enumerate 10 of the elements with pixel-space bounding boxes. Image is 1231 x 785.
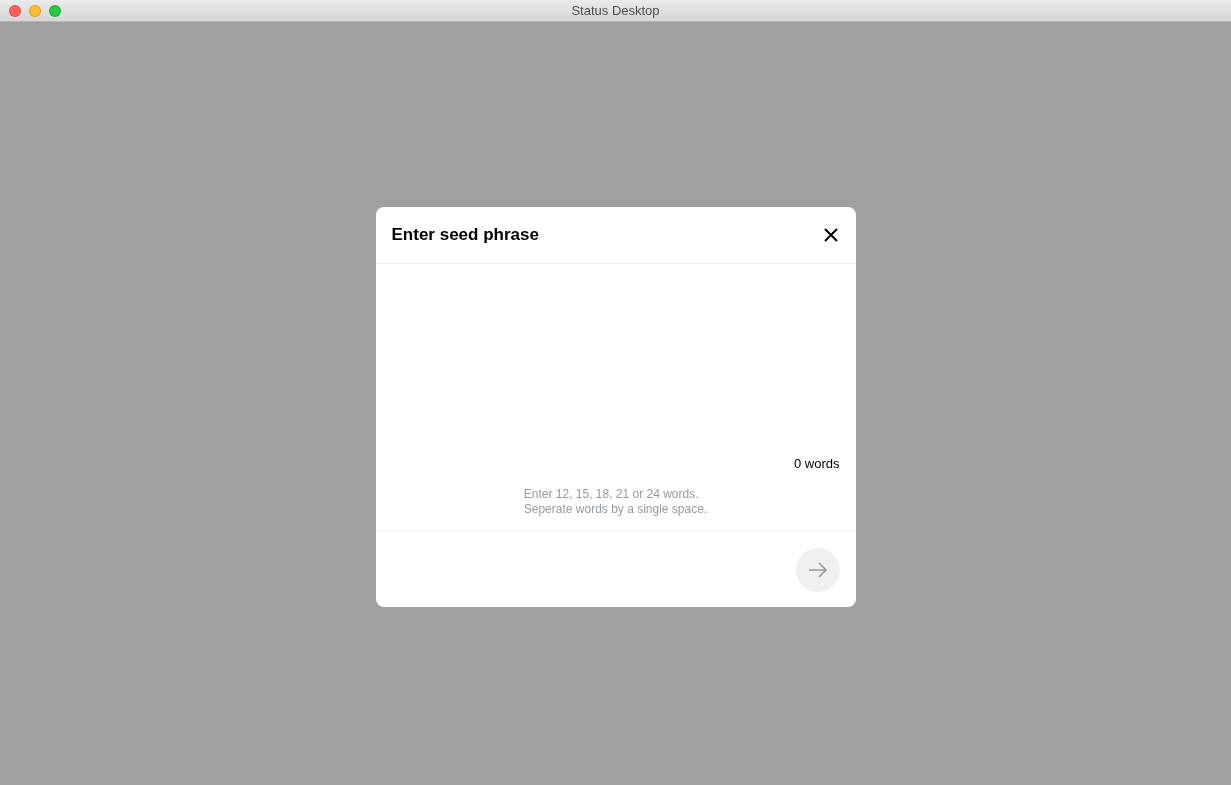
minimize-window-icon[interactable] <box>29 5 41 17</box>
window-title: Status Desktop <box>571 3 660 18</box>
arrow-right-icon <box>807 561 828 578</box>
close-icon <box>823 228 838 242</box>
zoom-window-icon[interactable] <box>49 5 61 17</box>
word-count: 0 words <box>793 456 840 471</box>
close-button[interactable] <box>821 226 840 244</box>
dialog-title: Enter seed phrase <box>391 225 539 245</box>
hint-text: Enter 12, 15, 18, 21 or 24 words. Seperate words by a single space. <box>523 487 708 517</box>
close-window-icon[interactable] <box>9 5 21 17</box>
